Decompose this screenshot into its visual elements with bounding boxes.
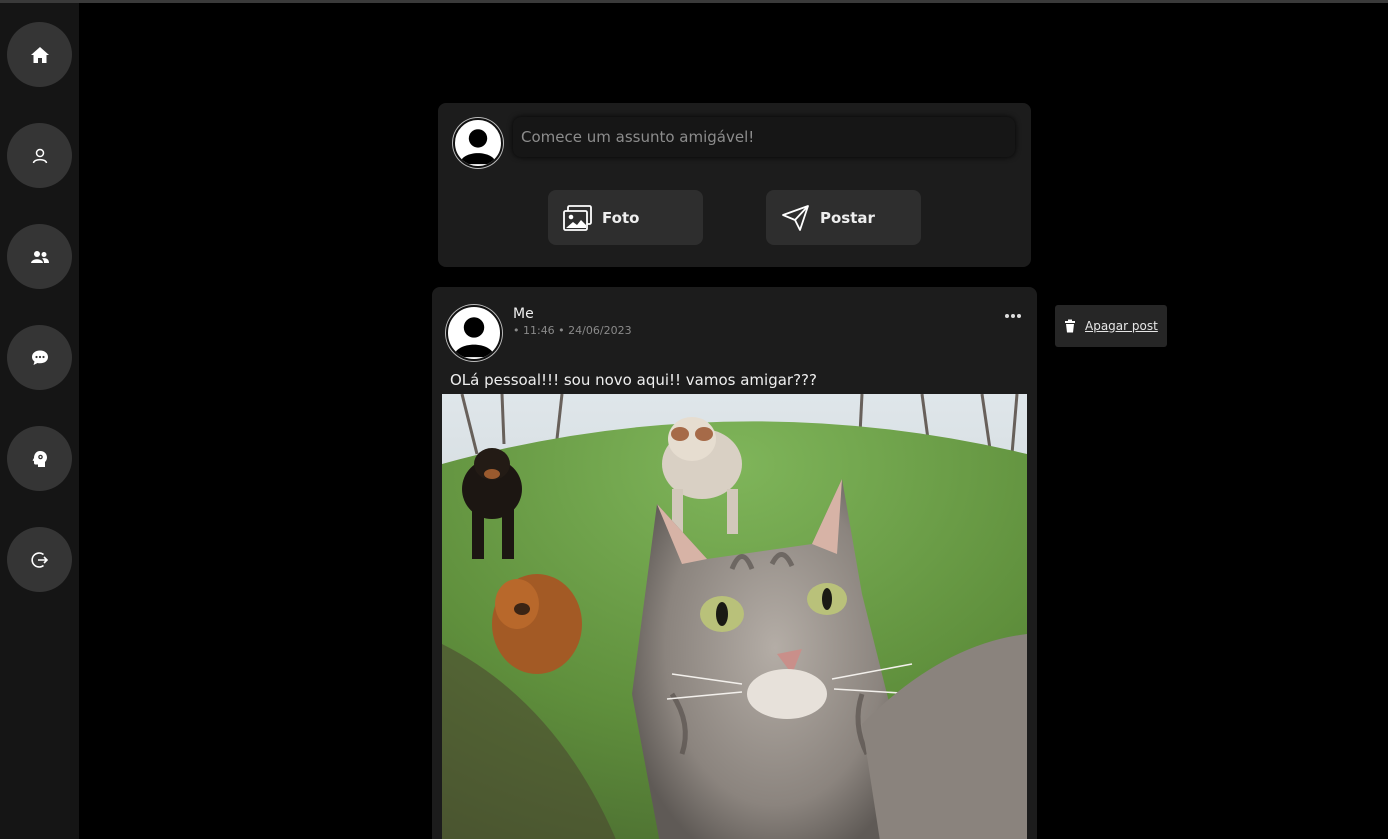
delete-post-label: Apagar post bbox=[1085, 319, 1158, 333]
trash-icon bbox=[1065, 319, 1075, 333]
post-photo[interactable] bbox=[442, 394, 1027, 839]
nav-friends-button[interactable] bbox=[7, 224, 72, 289]
nav-logout-button[interactable] bbox=[7, 527, 72, 592]
user-icon bbox=[32, 148, 47, 163]
image-icon bbox=[563, 204, 592, 231]
default-avatar-icon bbox=[453, 317, 495, 358]
more-dots-icon bbox=[1005, 314, 1009, 318]
post-composer: Foto Postar bbox=[438, 103, 1031, 267]
nav-profile-button[interactable] bbox=[7, 123, 72, 188]
nav-brain-button[interactable] bbox=[7, 426, 72, 491]
post-author-avatar[interactable] bbox=[446, 305, 502, 361]
default-avatar-icon bbox=[459, 129, 497, 165]
post-timestamp: • 11:46 • 24/06/2023 bbox=[513, 324, 632, 337]
logout-icon bbox=[30, 551, 48, 568]
home-icon bbox=[30, 46, 49, 63]
sidebar bbox=[0, 3, 79, 839]
photo-button-label: Foto bbox=[602, 208, 640, 227]
post-author-name[interactable]: Me bbox=[513, 306, 534, 322]
send-icon bbox=[782, 204, 809, 231]
composer-avatar bbox=[453, 118, 503, 168]
photo-button[interactable]: Foto bbox=[548, 190, 703, 245]
brain-icon bbox=[32, 450, 47, 467]
post-input[interactable] bbox=[513, 117, 1015, 157]
delete-post-button[interactable]: Apagar post bbox=[1055, 305, 1167, 347]
post-card: Me • 11:46 • 24/06/2023 OLá pessoal!!! s… bbox=[432, 287, 1037, 839]
top-border bbox=[0, 0, 1388, 3]
nav-chat-button[interactable] bbox=[7, 325, 72, 390]
post-text: OLá pessoal!!! sou novo aqui!! vamos ami… bbox=[450, 371, 817, 389]
post-button[interactable]: Postar bbox=[766, 190, 921, 245]
chat-icon bbox=[31, 350, 48, 365]
friends-icon bbox=[30, 250, 49, 263]
post-button-label: Postar bbox=[820, 208, 875, 227]
cat-selfie-photo bbox=[442, 394, 1027, 839]
post-options-button[interactable] bbox=[1005, 311, 1023, 321]
nav-home-button[interactable] bbox=[7, 22, 72, 87]
